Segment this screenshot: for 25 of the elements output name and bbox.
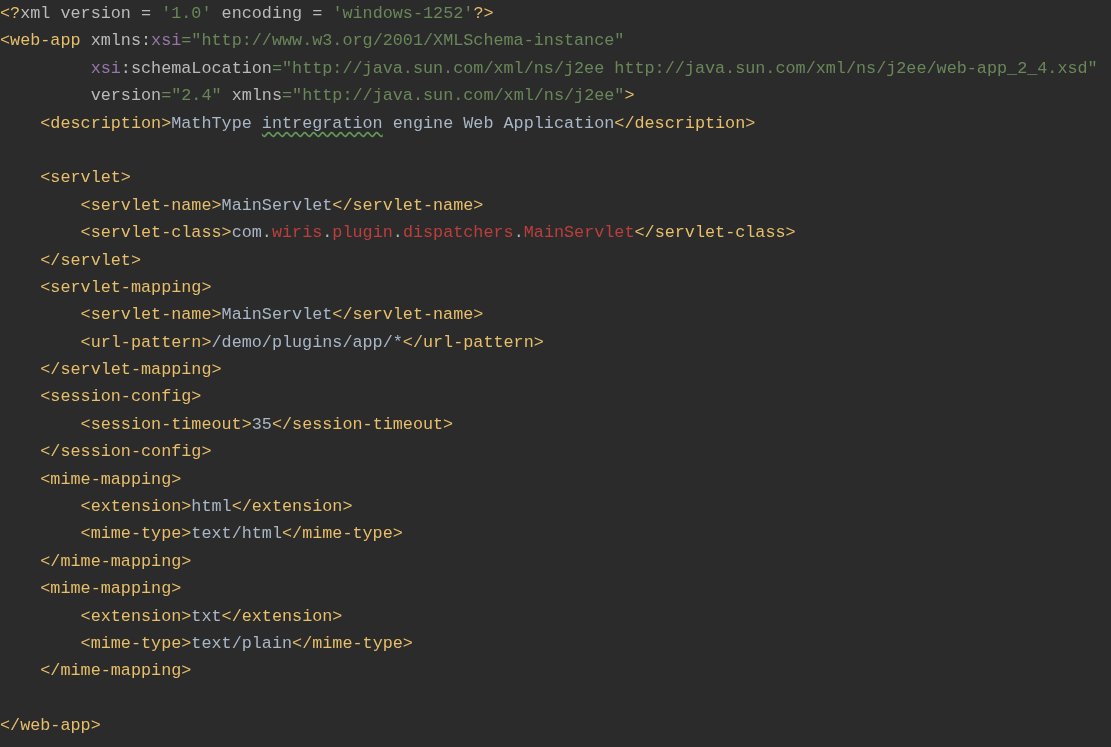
code-line: <web-app xmlns:xsi="http://www.w3.org/2001/XMLSchema-instance" [0,30,625,53]
code-line: <url-pattern>/demo/plugins/app/*</url-pattern> [79,331,544,354]
code-line: </mime-mapping> [39,550,192,573]
code-line: <servlet-name>MainServlet</servlet-name> [79,304,484,327]
code-line: </mime-mapping> [39,660,192,683]
code-line: <servlet-name>MainServlet</servlet-name> [79,194,484,217]
code-line: </session-config> [39,441,212,464]
code-line: version="2.4" xmlns="http://java.sun.com/xml/ns/j2ee"> [89,85,635,108]
code-line: xsi:schemaLocation="http://java.sun.com/xml/ns/j2ee http://java.sun.com/xml/ns/j2ee/web-app_2_4.xsd" [89,57,1098,80]
code-line: </servlet-mapping> [39,359,222,382]
code-line: <mime-mapping> [39,578,182,601]
code-line: <?xml version = '1.0' encoding = 'windows-1252'?> [0,3,494,25]
code-line: <extension>html</extension> [79,496,353,519]
code-line: <mime-mapping> [39,468,182,491]
code-line: <session-config> [39,386,202,409]
code-line: <description>MathType intregration engine Web Application</description> [39,112,756,135]
code-line: <mime-type>text/plain</mime-type> [79,633,413,655]
code-line: </web-app> [0,715,101,738]
code-line: <servlet-mapping> [39,276,212,299]
code-line: <extension>txt</extension> [79,605,343,628]
code-line: <servlet> [39,167,131,190]
code-line: <mime-type>text/html</mime-type> [79,523,403,546]
code-line: <servlet-class>com.wiris.plugin.dispatchers.MainServlet</servlet-class> [79,222,796,245]
code-line: </servlet> [39,249,141,272]
code-line: <session-timeout>35</session-timeout> [79,413,454,436]
